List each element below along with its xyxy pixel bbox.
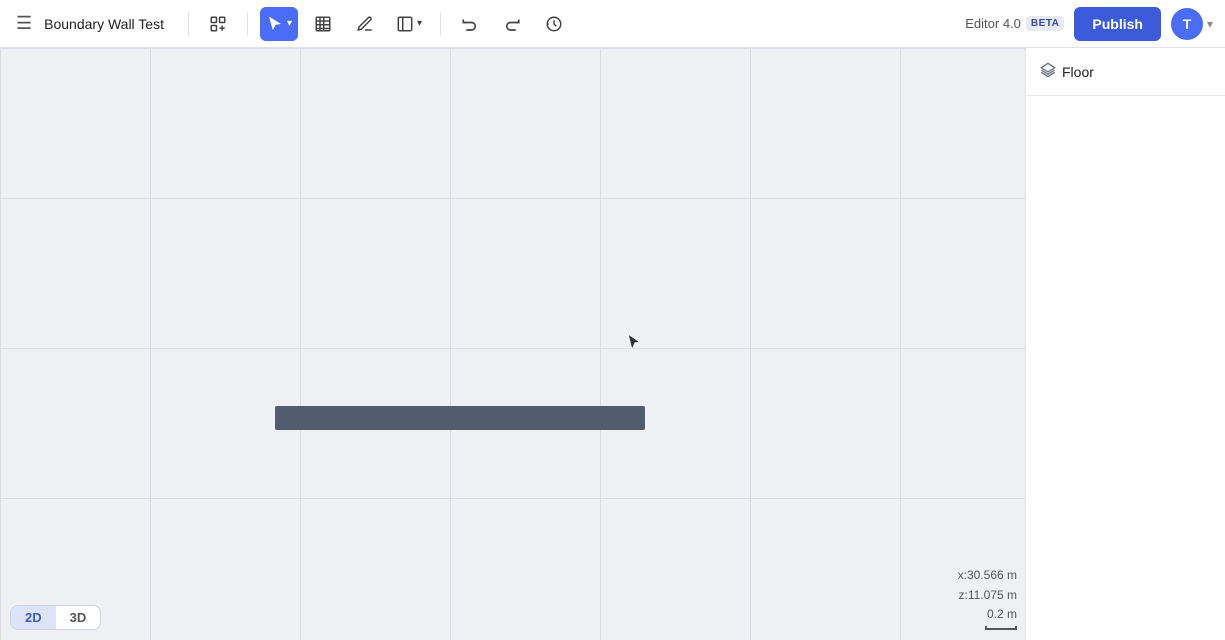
user-avatar[interactable]: T: [1171, 8, 1203, 40]
undo-button[interactable]: [453, 7, 487, 41]
toolbar-divider-2: [247, 12, 248, 36]
coord-z: z:11.075 m: [958, 586, 1017, 605]
history-icon: [545, 15, 563, 33]
pen-icon: [356, 15, 374, 33]
add-tool-button[interactable]: [201, 7, 235, 41]
view-mode-buttons: 2D 3D: [10, 605, 101, 630]
toolbar-divider-1: [188, 12, 189, 36]
select-icon: [266, 15, 284, 33]
coord-scale: 0.2 m: [958, 605, 1017, 624]
toolbar: ☰ Boundary Wall Test ▾: [0, 0, 1225, 48]
view-2d-button[interactable]: 2D: [11, 606, 56, 629]
layers-icon: [1040, 62, 1056, 81]
wall-object[interactable]: [275, 406, 645, 430]
menu-icon[interactable]: ☰: [12, 9, 36, 38]
right-panel: Floor: [1025, 48, 1225, 640]
view-tool-button[interactable]: ▾: [390, 7, 428, 41]
header-right: Editor 4.0 BETA Publish T ▾: [965, 7, 1213, 41]
coords-display: x:30.566 m z:11.075 m 0.2 m: [958, 566, 1017, 630]
avatar-chevron-icon[interactable]: ▾: [1207, 17, 1213, 31]
view-icon: [396, 15, 414, 33]
texture-tool-button[interactable]: [306, 7, 340, 41]
canvas-area[interactable]: x:30.566 m z:11.075 m 0.2 m 2D 3D: [0, 48, 1025, 640]
redo-icon: [503, 15, 521, 33]
coord-x: x:30.566 m: [958, 566, 1017, 585]
scale-bar: [985, 626, 1017, 630]
view-3d-button[interactable]: 3D: [56, 606, 101, 629]
main-layout: x:30.566 m z:11.075 m 0.2 m 2D 3D Floor: [0, 48, 1225, 640]
panel-header: Floor: [1026, 48, 1225, 96]
canvas-grid: [0, 48, 1025, 640]
panel-title: Floor: [1062, 64, 1094, 80]
redo-button[interactable]: [495, 7, 529, 41]
texture-icon: [314, 15, 332, 33]
editor-label: Editor 4.0: [965, 16, 1021, 31]
select-dropdown-arrow: ▾: [287, 18, 292, 29]
add-icon: [209, 15, 227, 33]
project-title: Boundary Wall Test: [44, 16, 164, 32]
editor-badge: Editor 4.0 BETA: [965, 16, 1064, 31]
history-button[interactable]: [537, 7, 571, 41]
beta-badge: BETA: [1026, 16, 1064, 31]
toolbar-divider-3: [440, 12, 441, 36]
pen-tool-button[interactable]: [348, 7, 382, 41]
view-dropdown-arrow: ▾: [417, 18, 422, 29]
undo-icon: [461, 15, 479, 33]
select-tool-button[interactable]: ▾: [260, 7, 298, 41]
publish-button[interactable]: Publish: [1074, 7, 1161, 41]
